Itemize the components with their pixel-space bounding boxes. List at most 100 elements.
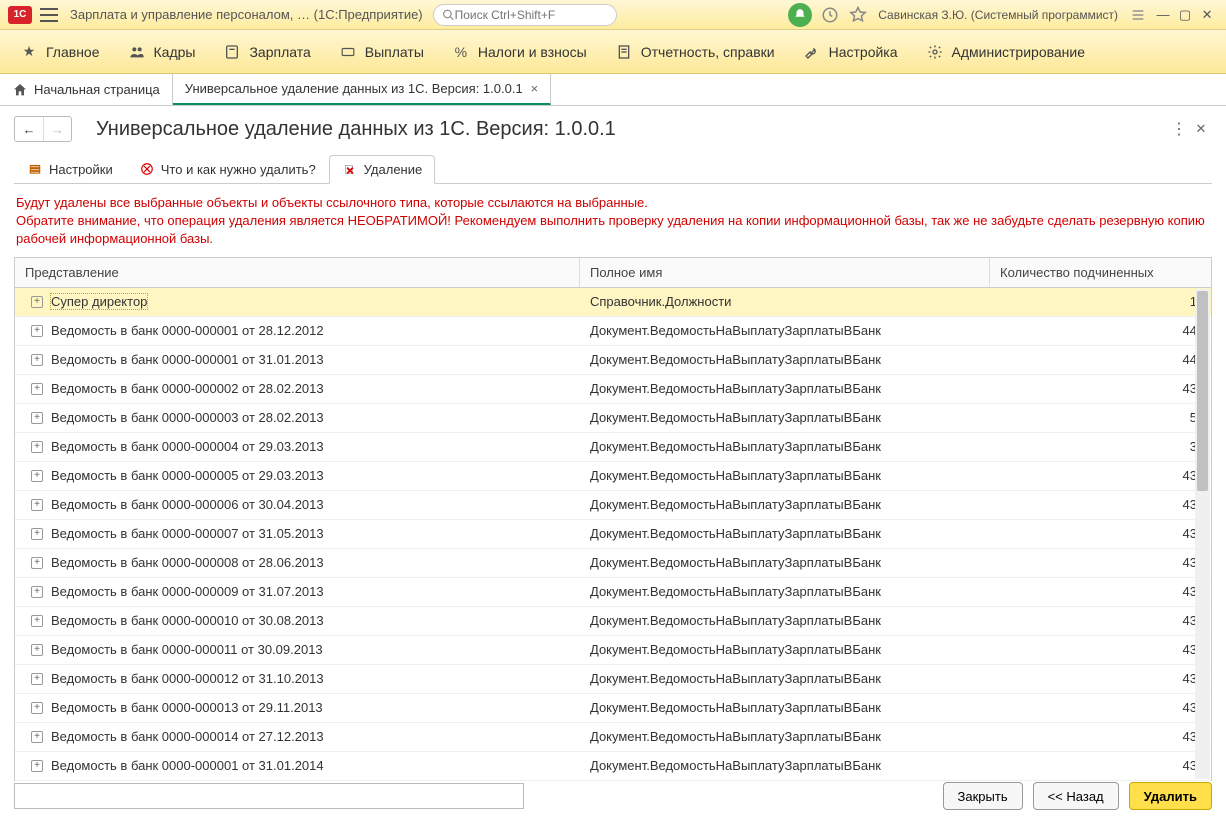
menu-taxes[interactable]: %Налоги и взносы [438,30,601,73]
cell-count: 43 [990,694,1211,722]
cell-count: 43 [990,578,1211,606]
expand-icon[interactable]: + [31,296,43,308]
menu-main[interactable]: ★Главное [6,30,114,73]
expand-icon[interactable]: + [31,644,43,656]
close-window-button[interactable]: ✕ [1196,4,1218,26]
menu-label: Администрирование [952,44,1086,60]
sectab-settings[interactable]: Настройки [14,154,126,183]
expand-icon[interactable]: + [31,557,43,569]
table-row[interactable]: + Ведомость в банк 0000-000001 от 31.01.2… [15,346,1211,375]
menu-label: Выплаты [365,44,424,60]
table-row[interactable]: +Ведомость в банк 0000-000003 от 28.02.2… [15,404,1211,433]
table-row[interactable]: +Ведомость в банк 0000-000012 от 31.10.2… [15,665,1211,694]
tab-close-icon[interactable]: × [531,81,539,96]
panel-settings-icon[interactable] [1128,5,1148,25]
table-row[interactable]: +Ведомость в банк 0000-000008 от 28.06.2… [15,549,1211,578]
menu-label: Налоги и взносы [478,44,587,60]
hamburger-icon[interactable] [40,8,58,22]
expand-icon[interactable]: + [31,586,43,598]
menu-personnel[interactable]: Кадры [114,30,210,73]
col-name[interactable]: Представление [15,258,580,287]
minimize-button[interactable]: — [1152,4,1174,26]
expand-icon[interactable]: + [31,441,43,453]
scrollbar-thumb[interactable] [1197,291,1208,491]
table-row[interactable]: + Ведомость в банк 0000-000009 от 31.07.2… [15,578,1211,607]
col-count[interactable]: Количество подчиненных [990,258,1211,287]
form-close-button[interactable]: ✕ [1190,121,1212,137]
tab-label: Универсальное удаление данных из 1С. Вер… [185,81,523,96]
nav-arrows: ← → [14,116,72,142]
back-button[interactable]: << Назад [1033,782,1119,810]
nav-forward-button[interactable]: → [43,117,71,141]
cell-fullname: Документ.ВедомостьНаВыплатуЗарплатыВБанк [580,549,990,577]
tab-active[interactable]: Универсальное удаление данных из 1С. Вер… [173,74,551,105]
expand-icon[interactable]: + [31,528,43,540]
expand-icon[interactable]: + [31,470,43,482]
form-header: ← → Универсальное удаление данных из 1С.… [0,106,1226,148]
expand-icon[interactable]: + [31,383,43,395]
cell-fullname: Документ.ВедомостьНаВыплатуЗарплатыВБанк [580,665,990,693]
cell-fullname: Документ.ВедомостьНаВыплатуЗарплатыВБанк [580,346,990,374]
table-body[interactable]: +Супер директорСправочник.Должности1+Вед… [15,288,1211,781]
table-header: Представление Полное имя Количество подч… [15,258,1211,288]
cell-count: 1 [990,288,1211,316]
cell-fullname: Документ.ВедомостьНаВыплатуЗарплатыВБанк [580,520,990,548]
menu-label: Отчетность, справки [641,44,775,60]
table-row[interactable]: + Ведомость в банк 0000-000014 от 27.12.2… [15,723,1211,752]
menu-reports[interactable]: Отчетность, справки [601,30,789,73]
report-icon [615,43,633,61]
table-row[interactable]: + Ведомость в банк 0000-000002 от 28.02.2… [15,375,1211,404]
menu-admin[interactable]: Администрирование [912,30,1100,73]
cell-name: Ведомость в банк 0000-000006 от 30.04.20… [51,497,324,512]
table-row[interactable]: +Ведомость в банк 0000-000013 от 29.11.2… [15,694,1211,723]
delete-mark-icon [139,161,155,177]
expand-icon[interactable]: + [31,615,43,627]
close-button[interactable]: Закрыть [943,782,1023,810]
expand-icon[interactable]: + [31,499,43,511]
menu-settings[interactable]: Настройка [789,30,912,73]
expand-icon[interactable]: + [31,412,43,424]
sectab-what[interactable]: Что и как нужно удалить? [126,154,329,183]
tab-home[interactable]: Начальная страница [0,74,173,105]
table-row[interactable]: +Ведомость в банк 0000-000010 от 30.08.2… [15,607,1211,636]
cell-fullname: Документ.ВедомостьНаВыплатуЗарплатыВБанк [580,607,990,635]
expand-icon[interactable]: + [31,325,43,337]
nav-back-button[interactable]: ← [15,117,43,141]
table-row[interactable]: + Ведомость в банк 0000-000006 от 30.04.2… [15,491,1211,520]
menu-salary[interactable]: Зарплата [209,30,324,73]
table-row[interactable]: +Ведомость в банк 0000-000004 от 29.03.2… [15,433,1211,462]
notifications-icon[interactable] [788,3,812,27]
delete-button[interactable]: Удалить [1129,782,1212,810]
sectab-delete[interactable]: Удаление [329,155,436,184]
user-name[interactable]: Савинская З.Ю. (Системный программист) [878,8,1118,22]
menu-label: Главное [46,44,100,60]
cell-name: Ведомость в банк 0000-000009 от 31.07.20… [51,584,324,599]
cell-name: Ведомость в банк 0000-000014 от 27.12.20… [51,729,324,744]
maximize-button[interactable]: ▢ [1174,4,1196,26]
expand-icon[interactable]: + [31,673,43,685]
cell-count: 43 [990,491,1211,519]
table-row[interactable]: +Ведомость в банк 0000-000005 от 29.03.2… [15,462,1211,491]
table-row[interactable]: +Ведомость в банк 0000-000007 от 31.05.2… [15,520,1211,549]
expand-icon[interactable]: + [31,702,43,714]
calc-icon [223,43,241,61]
cell-count: 43 [990,520,1211,548]
search-input[interactable] [455,8,609,22]
history-icon[interactable] [820,5,840,25]
expand-icon[interactable]: + [31,354,43,366]
vertical-scrollbar[interactable] [1195,289,1210,779]
expand-icon[interactable]: + [31,760,43,772]
table-row[interactable]: +Ведомость в банк 0000-000001 от 28.12.2… [15,317,1211,346]
cell-count: 43 [990,375,1211,403]
global-search[interactable] [433,4,618,26]
col-fullname[interactable]: Полное имя [580,258,990,287]
favorites-icon[interactable] [848,5,868,25]
expand-icon[interactable]: + [31,731,43,743]
menu-payouts[interactable]: Выплаты [325,30,438,73]
status-field[interactable] [14,783,524,809]
table-row[interactable]: +Ведомость в банк 0000-000011 от 30.09.2… [15,636,1211,665]
cell-name: Ведомость в банк 0000-000001 от 31.01.20… [51,352,324,367]
form-more-button[interactable]: ⋮ [1168,119,1190,139]
cell-name: Ведомость в банк 0000-000002 от 28.02.20… [51,381,324,396]
table-row[interactable]: +Супер директорСправочник.Должности1 [15,288,1211,317]
